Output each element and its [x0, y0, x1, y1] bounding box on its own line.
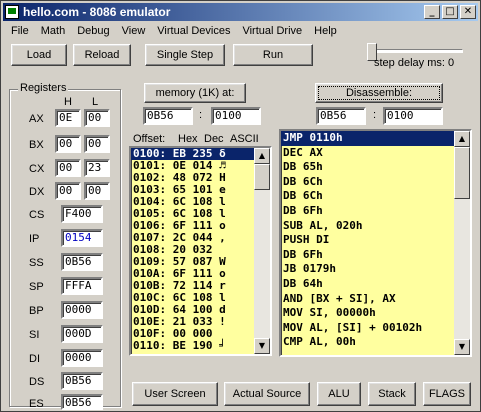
reg-si-value[interactable]: 000D [61, 325, 103, 343]
load-button[interactable]: Load [11, 44, 67, 66]
disassembly-row[interactable]: PUSH DI [281, 233, 470, 248]
reg-sp-value[interactable]: FFFA [61, 277, 103, 295]
memory-separator: : [199, 109, 203, 121]
l-header: L [92, 96, 99, 108]
reg-cs-value[interactable]: F400 [61, 205, 103, 223]
emulator-window: hello.com - 8086 emulator _ □ ✕ File Mat… [0, 0, 481, 412]
memory-header-offset: Offset: [133, 133, 166, 145]
memory-segment-input[interactable]: 0B56 [143, 107, 193, 125]
menu-bar: File Math Debug View Virtual Devices Vir… [5, 23, 343, 41]
flags-button[interactable]: FLAGS [423, 382, 471, 406]
h-header: H [64, 96, 72, 108]
disassembly-rows: JMP 0110h DEC AX DB 65h DB 6Ch DB 6Ch DB 6Fh S… [281, 131, 470, 350]
disassembly-row[interactable]: MOV SI, 00000h [281, 306, 470, 321]
memory-row[interactable]: 0110: BE 190 ╛ [131, 340, 270, 352]
reg-ds-value[interactable]: 0B56 [61, 372, 103, 390]
disassembly-row[interactable]: DB 65h [281, 160, 470, 175]
alu-button[interactable]: ALU [317, 382, 361, 406]
reg-cx-low[interactable]: 23 [84, 159, 110, 177]
reg-name-ax: AX [29, 113, 44, 125]
reg-name-sp: SP [29, 281, 44, 293]
single-step-button[interactable]: Single Step [145, 44, 225, 66]
reg-cx-high[interactable]: 00 [55, 159, 81, 177]
reg-name-cx: CX [29, 163, 45, 175]
reg-name-cs: CS [29, 209, 45, 221]
disassemble-offset-input[interactable]: 0100 [383, 107, 443, 125]
disassembly-row[interactable]: MOV AL, [SI] + 00102h [281, 321, 470, 336]
disassembly-row[interactable]: DB 6Fh [281, 248, 470, 263]
reg-ss-value[interactable]: 0B56 [61, 253, 103, 271]
reg-dx-low[interactable]: 00 [84, 182, 110, 200]
disassembly-row[interactable]: JB 0179h [281, 262, 470, 277]
disassembly-row[interactable]: DB 6Ch [281, 175, 470, 190]
memory-list[interactable]: 0100: EB 235 δ 0101: 0E 014 ♬ 0102: 48 072… [129, 146, 272, 356]
close-button[interactable]: ✕ [460, 5, 476, 19]
menu-virtual-drive[interactable]: Virtual Drive [236, 23, 308, 41]
minimize-button[interactable]: _ [424, 5, 440, 19]
step-delay-label: step delay ms: 0 [374, 57, 455, 69]
reg-es-value[interactable]: 0B56 [61, 394, 103, 410]
scroll-up-icon[interactable]: ▲ [254, 148, 270, 164]
reg-name-es: ES [29, 398, 44, 410]
disassembly-row[interactable]: DEC AX [281, 146, 470, 161]
reg-di-value[interactable]: 0000 [61, 349, 103, 367]
disassembly-list[interactable]: JMP 0110h DEC AX DB 65h DB 6Ch DB 6Ch DB 6Fh S… [279, 129, 472, 357]
disassembly-row[interactable]: DB 6Fh [281, 204, 470, 219]
disassemble-button[interactable]: Disassemble: [315, 83, 443, 103]
memory-offset-input[interactable]: 0100 [211, 107, 261, 125]
reg-ax-high[interactable]: 0E [55, 109, 81, 127]
scroll-down-icon[interactable]: ▼ [454, 339, 470, 355]
menu-math[interactable]: Math [35, 23, 71, 41]
disassembly-row[interactable]: JMP 0110h [281, 131, 470, 146]
reg-name-bx: BX [29, 139, 44, 151]
disassembly-row[interactable]: CMP AL, 00h [281, 335, 470, 350]
window-title: hello.com - 8086 emulator [23, 5, 171, 19]
maximize-button[interactable]: □ [442, 5, 458, 19]
reg-name-di: DI [29, 353, 40, 365]
memory-scrollbar[interactable]: ▲ ▼ [254, 148, 270, 354]
reg-name-bp: BP [29, 305, 44, 317]
menu-virtual-devices[interactable]: Virtual Devices [151, 23, 236, 41]
stack-button[interactable]: Stack [368, 382, 416, 406]
run-button[interactable]: Run [233, 44, 313, 66]
slider-track [367, 49, 463, 53]
disassemble-segment-input[interactable]: 0B56 [316, 107, 366, 125]
memory-header-dec: Dec [204, 133, 224, 145]
reg-ip-value[interactable]: 0154 [61, 229, 103, 247]
disassembly-row[interactable]: AND [BX + SI], AX [281, 292, 470, 307]
user-screen-button[interactable]: User Screen [132, 382, 218, 406]
memory-rows: 0100: EB 235 δ 0101: 0E 014 ♬ 0102: 48 072… [131, 148, 270, 352]
app-icon [5, 5, 19, 19]
disassembly-row[interactable]: DB 64h [281, 277, 470, 292]
reg-name-dx: DX [29, 186, 45, 198]
reload-button[interactable]: Reload [73, 44, 131, 66]
reg-name-ss: SS [29, 257, 44, 269]
reg-name-ds: DS [29, 376, 45, 388]
menu-file[interactable]: File [5, 23, 35, 41]
reg-bp-value[interactable]: 0000 [61, 301, 103, 319]
registers-title: Registers [18, 82, 69, 94]
scroll-thumb[interactable] [254, 164, 270, 190]
reg-name-ip: IP [29, 233, 40, 245]
title-bar[interactable]: hello.com - 8086 emulator _ □ ✕ [3, 3, 478, 21]
actual-source-button[interactable]: Actual Source [224, 382, 310, 406]
reg-bx-high[interactable]: 00 [55, 135, 81, 153]
disassembly-scrollbar[interactable]: ▲ ▼ [454, 131, 470, 355]
memory-button[interactable]: memory (1K) at: [144, 83, 246, 103]
memory-header-ascii: ASCII [230, 133, 259, 145]
disassembly-row[interactable]: SUB AL, 020h [281, 219, 470, 234]
disassemble-separator: : [373, 109, 377, 121]
menu-view[interactable]: View [116, 23, 152, 41]
disassembly-row[interactable]: DB 6Ch [281, 189, 470, 204]
scroll-thumb[interactable] [454, 147, 470, 199]
menu-debug[interactable]: Debug [71, 23, 115, 41]
scroll-up-icon[interactable]: ▲ [454, 131, 470, 147]
reg-bx-low[interactable]: 00 [84, 135, 110, 153]
memory-header-hex: Hex [178, 133, 198, 145]
menu-help[interactable]: Help [308, 23, 343, 41]
scroll-down-icon[interactable]: ▼ [254, 338, 270, 354]
reg-ax-low[interactable]: 00 [84, 109, 110, 127]
reg-dx-high[interactable]: 00 [55, 182, 81, 200]
reg-name-si: SI [29, 329, 40, 341]
